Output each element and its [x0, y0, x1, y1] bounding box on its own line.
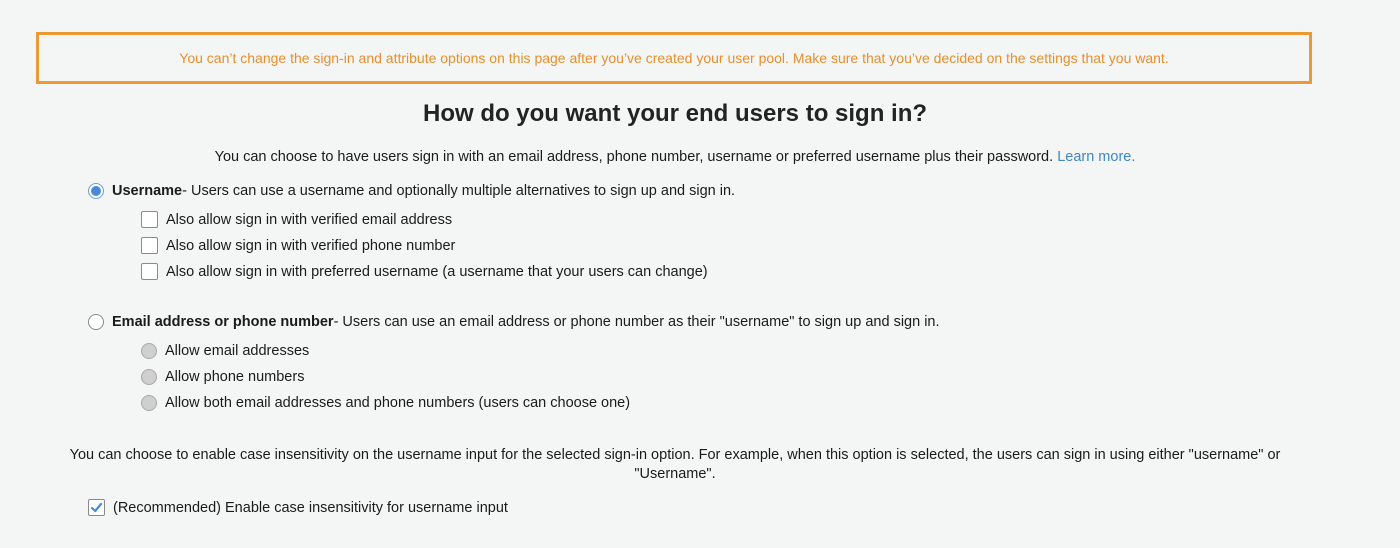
verified-email-checkbox[interactable]	[141, 211, 158, 228]
checkmark-icon	[90, 502, 103, 513]
sub-option-label: Also allow sign in with verified phone n…	[166, 237, 456, 254]
case-insensitivity-checkbox[interactable]	[88, 499, 105, 516]
intro-description: You can choose to have users sign in wit…	[214, 149, 1054, 165]
learn-more-link[interactable]: Learn more.	[1057, 149, 1135, 165]
allow-both-radio	[141, 395, 157, 411]
case-insensitivity-description: You can choose to enable case insensitiv…	[69, 447, 1281, 482]
username-option-label: Username	[112, 183, 183, 199]
sub-option-label: Allow both email addresses and phone num…	[165, 395, 631, 411]
email-phone-radio[interactable]	[88, 314, 104, 330]
sub-option-verified-email[interactable]: Also allow sign in with verified email a…	[141, 211, 452, 228]
username-option-description: - Users can use a username and optionall…	[182, 183, 736, 199]
sub-option-preferred-username[interactable]: Also allow sign in with preferred userna…	[141, 263, 708, 280]
username-option[interactable]: Username - Users can use a username and …	[88, 183, 735, 199]
sub-option-allow-both: Allow both email addresses and phone num…	[141, 395, 630, 411]
sub-option-label: Also allow sign in with preferred userna…	[166, 263, 708, 280]
warning-text: You can’t change the sign-in and attribu…	[179, 50, 1169, 66]
sub-option-label: Allow email addresses	[165, 343, 310, 359]
intro-text: You can choose to have users sign in wit…	[0, 149, 1350, 165]
case-insensitivity-label: (Recommended) Enable case insensitivity …	[113, 499, 508, 516]
page-title: How do you want your end users to sign i…	[422, 100, 928, 127]
email-phone-option-description: - Users can use an email address or phon…	[333, 314, 940, 330]
case-insensitivity-option[interactable]: (Recommended) Enable case insensitivity …	[88, 499, 508, 516]
username-radio[interactable]	[88, 183, 104, 199]
warning-banner: You can’t change the sign-in and attribu…	[36, 32, 1312, 84]
preferred-username-checkbox[interactable]	[141, 263, 158, 280]
sub-option-label: Also allow sign in with verified email a…	[166, 211, 453, 228]
email-phone-option[interactable]: Email address or phone number - Users ca…	[88, 314, 940, 330]
verified-phone-checkbox[interactable]	[141, 237, 158, 254]
allow-email-radio	[141, 343, 157, 359]
sub-option-verified-phone[interactable]: Also allow sign in with verified phone n…	[141, 237, 455, 254]
sub-option-label: Allow phone numbers	[165, 369, 305, 385]
sub-option-allow-phone: Allow phone numbers	[141, 369, 304, 385]
email-phone-option-label: Email address or phone number	[112, 314, 334, 330]
sub-option-allow-email: Allow email addresses	[141, 343, 309, 359]
allow-phone-radio	[141, 369, 157, 385]
